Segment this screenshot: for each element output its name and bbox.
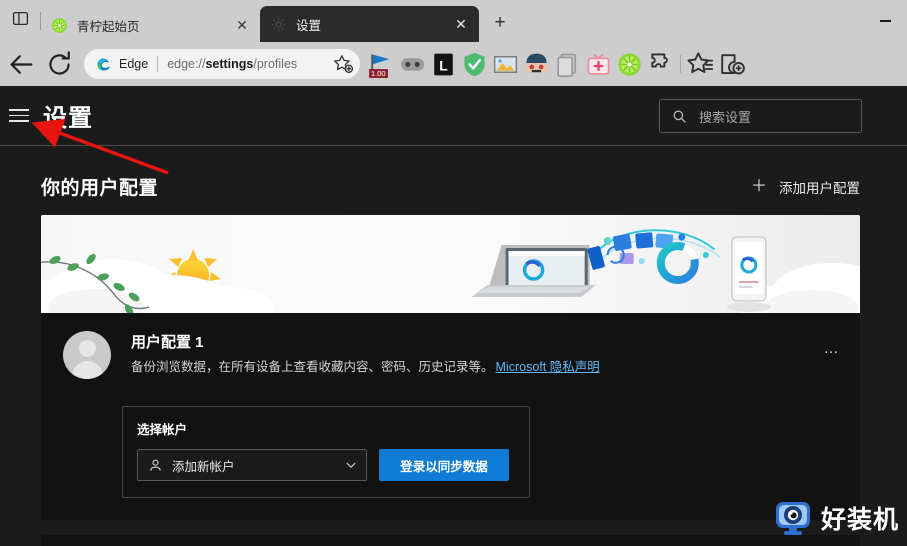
profile-name: 用户配置 1 — [131, 334, 204, 351]
browser-window: 青柠起始页 ✕ 设置 ✕ + Edge edge://settings/prof… — [0, 0, 907, 546]
tab-close-button[interactable]: ✕ — [232, 15, 252, 35]
watermark: 好装机 — [773, 498, 899, 538]
omnibox-divider — [157, 56, 159, 72]
plus-icon: ＋ — [750, 177, 767, 195]
green-shield-extension[interactable] — [459, 49, 490, 80]
url-suffix: /profiles — [253, 57, 298, 71]
edge-logo-icon — [95, 56, 112, 73]
sync-banner-image — [41, 215, 860, 313]
tab-title: 设置 — [296, 18, 322, 33]
extension-badge: 1.00 — [369, 68, 388, 78]
documents-extension[interactable] — [552, 49, 583, 80]
omnibox-brand-label: Edge — [119, 57, 149, 71]
sync-card-partial[interactable]: 同步 — [41, 535, 860, 546]
split-screen-icon[interactable] — [0, 0, 40, 42]
refresh-icon[interactable] — [43, 48, 76, 81]
user-avatar-icon — [63, 331, 111, 379]
search-placeholder: 搜索设置 — [699, 109, 752, 125]
account-row: 添加新帐户 登录以同步数据 — [137, 449, 515, 481]
person-icon — [148, 458, 163, 473]
url-bold: settings — [205, 57, 254, 71]
tab-close-button[interactable]: ✕ — [451, 14, 471, 34]
search-input[interactable]: 搜索设置 — [659, 99, 862, 133]
collections-icon[interactable] — [716, 49, 747, 80]
flag-badge-extension[interactable]: 1.00 — [366, 49, 397, 80]
account-select-value: 添加新帐户 — [172, 459, 235, 474]
select-account-box: 选择帐户 添加新帐户 登录以同步数据 — [122, 406, 530, 498]
tab-strip: 青柠起始页 ✕ 设置 ✕ + — [0, 0, 907, 42]
profile-body: … 用户配置 1 备份浏览数据，在所有设备上查看收藏内容、密码、历史记录等。 Mi… — [41, 313, 860, 520]
profile-description-text: 备份浏览数据，在所有设备上查看收藏内容、密码、历史记录等。 — [131, 360, 494, 374]
add-profile-button[interactable]: ＋ 添加用户配置 — [751, 177, 860, 197]
settings-header: 设置 搜索设置 — [0, 86, 907, 146]
gear-icon — [270, 16, 287, 33]
profile-card: … 用户配置 1 备份浏览数据，在所有设备上查看收藏内容、密码、历史记录等。 Mi… — [41, 215, 860, 520]
browser-toolbar: Edge edge://settings/profiles 1.00 L — [0, 42, 907, 86]
privacy-statement-link[interactable]: Microsoft 隐私声明 — [496, 360, 600, 374]
section-heading: 你的用户配置 — [41, 178, 159, 199]
back-arrow-icon[interactable] — [5, 48, 38, 81]
favorites-star-icon[interactable] — [685, 49, 716, 80]
add-favorite-star-icon[interactable] — [332, 53, 354, 75]
hamburger-menu-icon[interactable] — [9, 106, 29, 126]
search-icon — [672, 109, 687, 124]
tab-item-1[interactable]: 设置 ✕ — [260, 6, 479, 42]
signin-sync-button[interactable]: 登录以同步数据 — [379, 449, 509, 481]
settings-content: 你的用户配置 ＋ 添加用户配置 … 用户配置 1 备份浏览数据，在所有设备上查看… — [0, 146, 907, 546]
puzzle-extensions-icon[interactable] — [645, 49, 676, 80]
select-account-label: 选择帐户 — [137, 423, 188, 437]
add-profile-label: 添加用户配置 — [779, 180, 860, 196]
pink-tv-extension[interactable] — [583, 49, 614, 80]
settings-page: 设置 搜索设置 你的用户配置 ＋ 添加用户配置 … 用户配置 1 备份浏览数据，… — [0, 86, 907, 546]
address-bar[interactable]: Edge edge://settings/profiles — [84, 49, 360, 79]
chevron-down-icon — [344, 458, 358, 472]
omnibox-url[interactable]: edge://settings/profiles — [167, 57, 332, 71]
monitor-eye-logo — [773, 498, 813, 538]
svg-text:L: L — [439, 57, 448, 73]
window-controls — [863, 0, 907, 42]
image-extension[interactable] — [490, 49, 521, 80]
minimize-button[interactable] — [863, 5, 907, 37]
profile-more-menu-button[interactable]: … — [818, 336, 847, 361]
profile-row: 用户配置 1 备份浏览数据，在所有设备上查看收藏内容、密码、历史记录等。 Micr… — [63, 331, 838, 379]
watermark-text: 好装机 — [820, 506, 899, 534]
content-header: 你的用户配置 ＋ 添加用户配置 — [0, 146, 907, 200]
extensions-row: 1.00 L — [366, 49, 747, 80]
detective-extension[interactable] — [521, 49, 552, 80]
lime-icon — [51, 17, 68, 34]
toolbar-divider — [680, 55, 681, 73]
lime-extension[interactable] — [614, 49, 645, 80]
account-select-dropdown[interactable]: 添加新帐户 — [137, 449, 367, 481]
profile-description: 备份浏览数据，在所有设备上查看收藏内容、密码、历史记录等。 Microsoft 隐… — [131, 359, 838, 375]
tab-item-0[interactable]: 青柠起始页 ✕ — [41, 8, 260, 42]
page-title: 设置 — [43, 105, 93, 132]
tab-title: 青柠起始页 — [77, 19, 140, 34]
split-view-extension[interactable] — [397, 49, 428, 80]
new-tab-button[interactable]: + — [485, 8, 515, 38]
l-black-extension[interactable]: L — [428, 49, 459, 80]
url-prefix: edge:// — [167, 57, 206, 71]
